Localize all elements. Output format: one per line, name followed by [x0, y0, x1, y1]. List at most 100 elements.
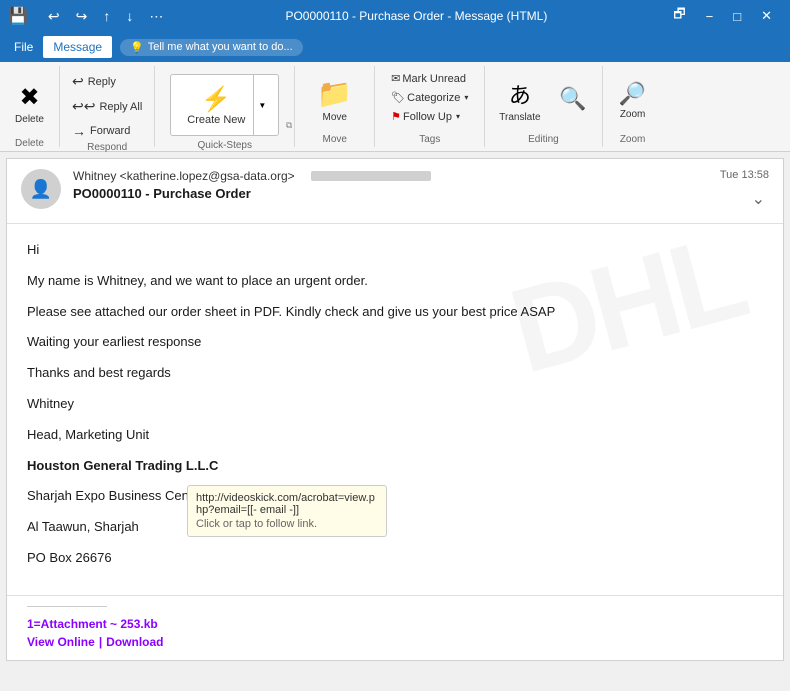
reply-all-button[interactable]: ↩↩ Reply All	[66, 95, 148, 118]
down-button[interactable]: ↓	[120, 6, 139, 27]
quick-steps-content: ⚡ Create New ▼ ⧉	[168, 66, 281, 140]
restore-button[interactable]: 🗗	[663, 1, 695, 31]
lightbulb-icon: 💡	[130, 41, 144, 54]
move-label: Move	[323, 112, 347, 123]
zoom-group-label: Zoom	[620, 134, 646, 147]
minimize-button[interactable]: −	[696, 1, 724, 31]
head-line: Head, Marketing Unit	[27, 425, 763, 446]
save-icon[interactable]: 💾	[8, 6, 28, 26]
translate-label: Translate	[499, 112, 540, 123]
quick-steps-label: quick-steps	[198, 140, 252, 153]
follow-up-button[interactable]: ⚑ Follow Up ▾	[387, 108, 472, 125]
zoom-group-content: 🔎 Zoom	[611, 66, 654, 134]
forward-button[interactable]: → Forward	[66, 120, 148, 142]
download-link[interactable]: Download	[106, 635, 163, 649]
follow-up-label: Follow Up	[403, 111, 452, 123]
envelope-icon: ✉	[391, 72, 400, 85]
create-new-button[interactable]: ⚡ Create New ▼	[170, 74, 279, 136]
tell-me-text: Tell me what you want to do...	[148, 41, 293, 53]
mark-unread-label: Mark Unread	[402, 73, 466, 85]
up-button[interactable]: ↑	[97, 6, 116, 27]
lightning-icon: ⚡	[201, 85, 231, 114]
search-button[interactable]: 🔍	[551, 70, 596, 130]
window-title: PO0000110 - Purchase Order - Message (HT…	[169, 9, 663, 23]
email-header-right: Tue 13:58 ⌄	[720, 169, 769, 213]
zoom-label: Zoom	[620, 109, 646, 120]
zoom-button[interactable]: 🔎 Zoom	[611, 70, 654, 130]
title-bar-left: 💾 ↩ ↪ ↑ ↓ ⋯	[8, 6, 169, 27]
move-group-label: Move	[323, 134, 347, 147]
tags-group-label: Tags	[419, 134, 440, 147]
undo-button[interactable]: ↩	[42, 6, 66, 27]
tooltip-hint: Click or tap to follow link.	[196, 518, 378, 530]
title-bar: 💾 ↩ ↪ ↑ ↓ ⋯ PO0000110 - Purchase Order -…	[0, 0, 790, 32]
forward-icon: →	[72, 123, 86, 139]
delete-button[interactable]: ✖ Delete	[7, 70, 52, 138]
move-buttons: 📁 Move	[309, 70, 360, 130]
reply-all-icon: ↩↩	[72, 98, 95, 115]
editing-group-content: あ Translate 🔍	[491, 66, 595, 134]
email-header: 👤 Whitney <katherine.lopez@gsa-data.org>…	[7, 159, 783, 224]
waiting-line: Waiting your earliest response	[27, 332, 763, 353]
menu-file[interactable]: File	[4, 36, 43, 58]
respond-buttons: ↩ Reply ↩↩ Reply All → Forward	[66, 70, 148, 142]
attachment-divider	[27, 606, 107, 607]
tags-group-content: ✉ Mark Unread 🏷 Categorize ▾ ⚑ Follow Up…	[387, 66, 472, 134]
tell-me-bar[interactable]: 💡 Tell me what you want to do...	[120, 39, 303, 56]
address1: Sharjah Expo Business Centre, 1st FLoor	[27, 486, 763, 507]
company-name: Houston General Trading L.L.C	[27, 456, 763, 477]
attachment-area: http://videoskick.com/acrobat=view.php?e…	[7, 595, 783, 661]
zoom-icon: 🔎	[619, 81, 646, 107]
delete-group-label: Delete	[15, 138, 44, 151]
editing-group-label: Editing	[528, 134, 559, 147]
email-time: Tue 13:58	[720, 169, 769, 181]
ribbon-group-zoom: 🔎 Zoom Zoom	[603, 66, 663, 147]
move-group-content: 📁 Move	[309, 66, 360, 134]
attachment-label: 1=Attachment ~ 253.kb	[27, 617, 763, 631]
intro-line: My name is Whitney, and we want to place…	[27, 271, 763, 292]
address3: PO Box 26676	[27, 548, 763, 569]
view-online-link[interactable]: View Online	[27, 635, 95, 649]
categorize-arrow: ▾	[464, 93, 468, 102]
email-redacted-bar	[311, 171, 431, 181]
email-subject: PO0000110 - Purchase Order	[73, 186, 708, 201]
email-body-content: Hi My name is Whitney, and we want to pl…	[27, 240, 763, 569]
email-container: 👤 Whitney <katherine.lopez@gsa-data.org>…	[6, 158, 784, 661]
translate-button[interactable]: あ Translate	[491, 70, 548, 130]
expand-button[interactable]: ⌄	[748, 185, 769, 213]
flag-icon: ⚑	[391, 110, 401, 123]
name-line: Whitney	[27, 394, 763, 415]
ribbon-group-move: 📁 Move Move	[295, 66, 375, 147]
categorize-button[interactable]: 🏷 Categorize ▾	[387, 89, 472, 106]
close-button[interactable]: ✕	[751, 1, 782, 31]
respond-group-content: ↩ Reply ↩↩ Reply All → Forward	[66, 66, 148, 142]
quick-steps-expand[interactable]: ⧉	[286, 120, 292, 131]
email-body: DHL Hi My name is Whitney, and we want t…	[7, 224, 783, 595]
more-button[interactable]: ⋯	[143, 6, 169, 27]
create-new-label: Create New	[187, 114, 245, 126]
respond-group-label: Respond	[87, 142, 127, 155]
pipe-separator: |	[99, 635, 102, 649]
maximize-button[interactable]: □	[723, 1, 751, 31]
ribbon-group-editing: あ Translate 🔍 Editing	[485, 66, 602, 147]
avatar-icon: 👤	[30, 179, 52, 200]
link-tooltip: http://videoskick.com/acrobat=view.php?e…	[187, 485, 387, 537]
reply-button[interactable]: ↩ Reply	[66, 70, 148, 93]
search-icon: 🔍	[559, 86, 586, 112]
menu-message[interactable]: Message	[43, 36, 112, 58]
create-new-main: ⚡ Create New	[179, 81, 253, 130]
pdf-line: Please see attached our order sheet in P…	[27, 302, 763, 323]
email-from-line: Whitney <katherine.lopez@gsa-data.org>	[73, 169, 708, 183]
create-new-arrow[interactable]: ▼	[253, 75, 270, 135]
move-button[interactable]: 📁 Move	[309, 70, 360, 130]
delete-icon: ✖	[19, 83, 39, 112]
menu-bar: File Message 💡 Tell me what you want to …	[0, 32, 790, 62]
greeting: Hi	[27, 240, 763, 261]
email-from: Whitney <katherine.lopez@gsa-data.org>	[73, 169, 295, 183]
delete-label: Delete	[15, 114, 44, 125]
ribbon-group-delete: ✖ Delete Delete	[0, 66, 60, 147]
redo-button[interactable]: ↪	[70, 6, 94, 27]
mark-unread-button[interactable]: ✉ Mark Unread	[387, 70, 472, 87]
ribbon-group-tags: ✉ Mark Unread 🏷 Categorize ▾ ⚑ Follow Up…	[375, 66, 485, 147]
translate-icon: あ	[509, 78, 531, 110]
